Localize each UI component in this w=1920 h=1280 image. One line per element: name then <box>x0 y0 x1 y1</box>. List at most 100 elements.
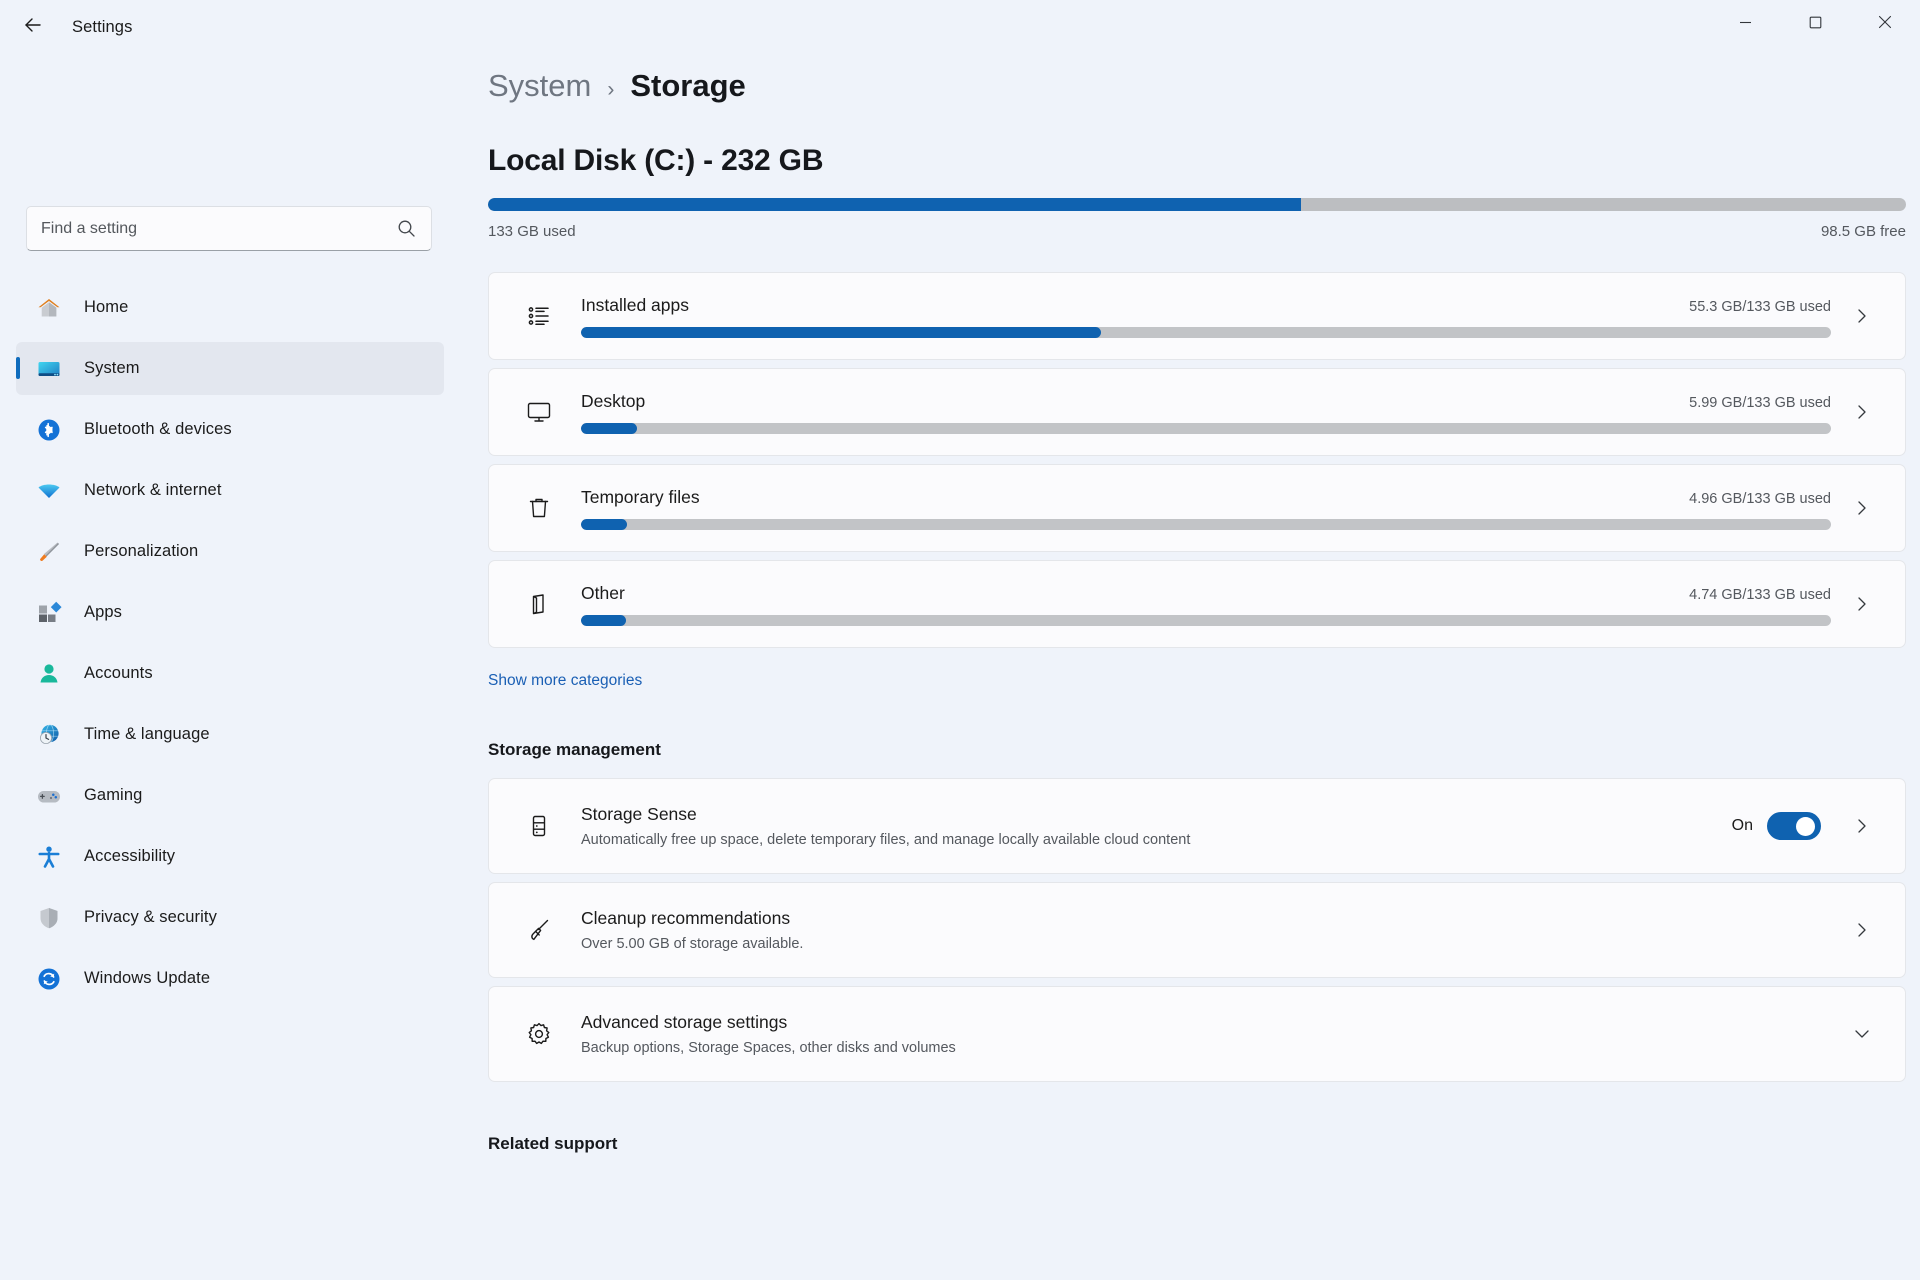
title-bar: Settings <box>0 0 1920 54</box>
category-usage: 5.99 GB/133 GB used <box>1689 395 1831 411</box>
sidebar-item-gaming[interactable]: Gaming <box>16 769 444 822</box>
advanced-storage-settings-title: Advanced storage settings <box>581 1012 1831 1033</box>
cleanup-recommendations-row[interactable]: Cleanup recommendations Over 5.00 GB of … <box>488 882 1906 978</box>
category-row-other[interactable]: Other 4.74 GB/133 GB used <box>488 560 1906 648</box>
search-icon <box>395 218 417 240</box>
storage-sense-subtitle: Automatically free up space, delete temp… <box>581 832 1732 848</box>
category-body: Temporary files 4.96 GB/133 GB used <box>581 487 1831 530</box>
breadcrumb-current: Storage <box>630 68 745 104</box>
chevron-right-icon <box>1845 817 1879 835</box>
category-row-installed-apps[interactable]: Installed apps 55.3 GB/133 GB used <box>488 272 1906 360</box>
sidebar-item-bluetooth-devices[interactable]: Bluetooth & devices <box>16 403 444 456</box>
gear-icon <box>519 1014 559 1054</box>
sidebar-item-personalization[interactable]: Personalization <box>16 525 444 578</box>
storage-sense-toggle-label: On <box>1732 817 1753 835</box>
sidebar-item-windows-update[interactable]: Windows Update <box>16 952 444 1005</box>
trash-icon <box>519 488 559 528</box>
sidebar-item-network-internet[interactable]: Network & internet <box>16 464 444 517</box>
window-title: Settings <box>72 18 132 37</box>
advanced-storage-settings-subtitle: Backup options, Storage Spaces, other di… <box>581 1040 1831 1056</box>
sidebar-item-label: Home <box>84 298 128 317</box>
sidebar-item-label: Privacy & security <box>84 908 217 927</box>
refresh-circle-icon <box>34 964 64 994</box>
sidebar-item-label: System <box>84 359 140 378</box>
storage-sense-toggle-group: On <box>1732 812 1821 840</box>
category-name: Temporary files <box>581 487 700 508</box>
home-icon <box>34 293 64 323</box>
sidebar-item-time-language[interactable]: Time & language <box>16 708 444 761</box>
box-icon <box>519 584 559 624</box>
category-name: Other <box>581 583 625 604</box>
breadcrumb-parent[interactable]: System <box>488 68 591 104</box>
category-name: Installed apps <box>581 295 689 316</box>
category-body: Other 4.74 GB/133 GB used <box>581 583 1831 626</box>
cleanup-recommendations-subtitle: Over 5.00 GB of storage available. <box>581 936 1831 952</box>
category-usage: 4.74 GB/133 GB used <box>1689 587 1831 603</box>
list-bullets-icon <box>519 296 559 336</box>
advanced-storage-settings-row[interactable]: Advanced storage settings Backup options… <box>488 986 1906 1082</box>
storage-management-heading: Storage management <box>488 740 1890 760</box>
breadcrumb: System › Storage <box>488 68 1890 104</box>
category-row-temporary-files[interactable]: Temporary files 4.96 GB/133 GB used <box>488 464 1906 552</box>
sidebar-item-home[interactable]: Home <box>16 281 444 334</box>
search-input[interactable] <box>41 220 395 238</box>
sidebar-item-label: Gaming <box>84 786 142 805</box>
sidebar: Home System <box>0 54 460 1280</box>
gamepad-icon <box>34 781 64 811</box>
sidebar-item-label: Accounts <box>84 664 153 683</box>
toggle-knob <box>1796 817 1815 836</box>
category-body: Installed apps 55.3 GB/133 GB used <box>581 295 1831 338</box>
sidebar-item-label: Time & language <box>84 725 210 744</box>
storage-categories: Installed apps 55.3 GB/133 GB used <box>488 272 1890 648</box>
system-monitor-icon <box>34 354 64 384</box>
window-controls <box>1710 0 1920 44</box>
storage-sense-body: Storage Sense Automatically free up spac… <box>581 804 1732 848</box>
chevron-right-icon <box>1845 595 1879 613</box>
advanced-storage-settings-body: Advanced storage settings Backup options… <box>581 1012 1831 1056</box>
sidebar-item-privacy-security[interactable]: Privacy & security <box>16 891 444 944</box>
category-name: Desktop <box>581 391 645 412</box>
category-bar-fill <box>581 423 637 434</box>
sidebar-item-system[interactable]: System <box>16 342 444 395</box>
category-bar <box>581 327 1831 338</box>
clock-globe-icon <box>34 720 64 750</box>
category-header: Temporary files 4.96 GB/133 GB used <box>581 487 1831 508</box>
sidebar-item-label: Windows Update <box>84 969 210 988</box>
apps-icon <box>34 598 64 628</box>
maximize-button[interactable] <box>1780 0 1850 44</box>
category-bar-fill <box>581 327 1101 338</box>
chevron-right-icon: › <box>607 78 614 102</box>
shield-icon <box>34 903 64 933</box>
sidebar-item-label: Network & internet <box>84 481 222 500</box>
category-bar-fill <box>581 615 626 626</box>
main-content: System › Storage Local Disk (C:) - 232 G… <box>460 54 1920 1280</box>
wifi-icon <box>34 476 64 506</box>
sidebar-item-apps[interactable]: Apps <box>16 586 444 639</box>
chevron-down-icon <box>1845 1025 1879 1043</box>
category-header: Desktop 5.99 GB/133 GB used <box>581 391 1831 412</box>
sidebar-nav: Home System <box>0 281 460 1005</box>
sidebar-item-accessibility[interactable]: Accessibility <box>16 830 444 883</box>
paintbrush-icon <box>34 537 64 567</box>
close-button[interactable] <box>1850 0 1920 44</box>
person-icon <box>34 659 64 689</box>
search-box[interactable] <box>26 206 432 251</box>
category-usage: 55.3 GB/133 GB used <box>1689 299 1831 315</box>
monitor-icon <box>519 392 559 432</box>
storage-sense-toggle[interactable] <box>1767 812 1821 840</box>
storage-sense-row[interactable]: Storage Sense Automatically free up spac… <box>488 778 1906 874</box>
storage-management-list: Storage Sense Automatically free up spac… <box>488 778 1890 1082</box>
storage-sense-title: Storage Sense <box>581 804 1732 825</box>
related-support-heading: Related support <box>488 1134 1890 1154</box>
chevron-right-icon <box>1845 403 1879 421</box>
cleanup-recommendations-body: Cleanup recommendations Over 5.00 GB of … <box>581 908 1831 952</box>
sidebar-item-label: Apps <box>84 603 122 622</box>
minimize-button[interactable] <box>1710 0 1780 44</box>
back-button[interactable] <box>10 8 56 46</box>
chevron-right-icon <box>1845 499 1879 517</box>
category-header: Installed apps 55.3 GB/133 GB used <box>581 295 1831 316</box>
sidebar-item-accounts[interactable]: Accounts <box>16 647 444 700</box>
settings-window: Settings <box>0 0 1920 1280</box>
show-more-categories-link[interactable]: Show more categories <box>488 672 642 690</box>
category-row-desktop[interactable]: Desktop 5.99 GB/133 GB used <box>488 368 1906 456</box>
